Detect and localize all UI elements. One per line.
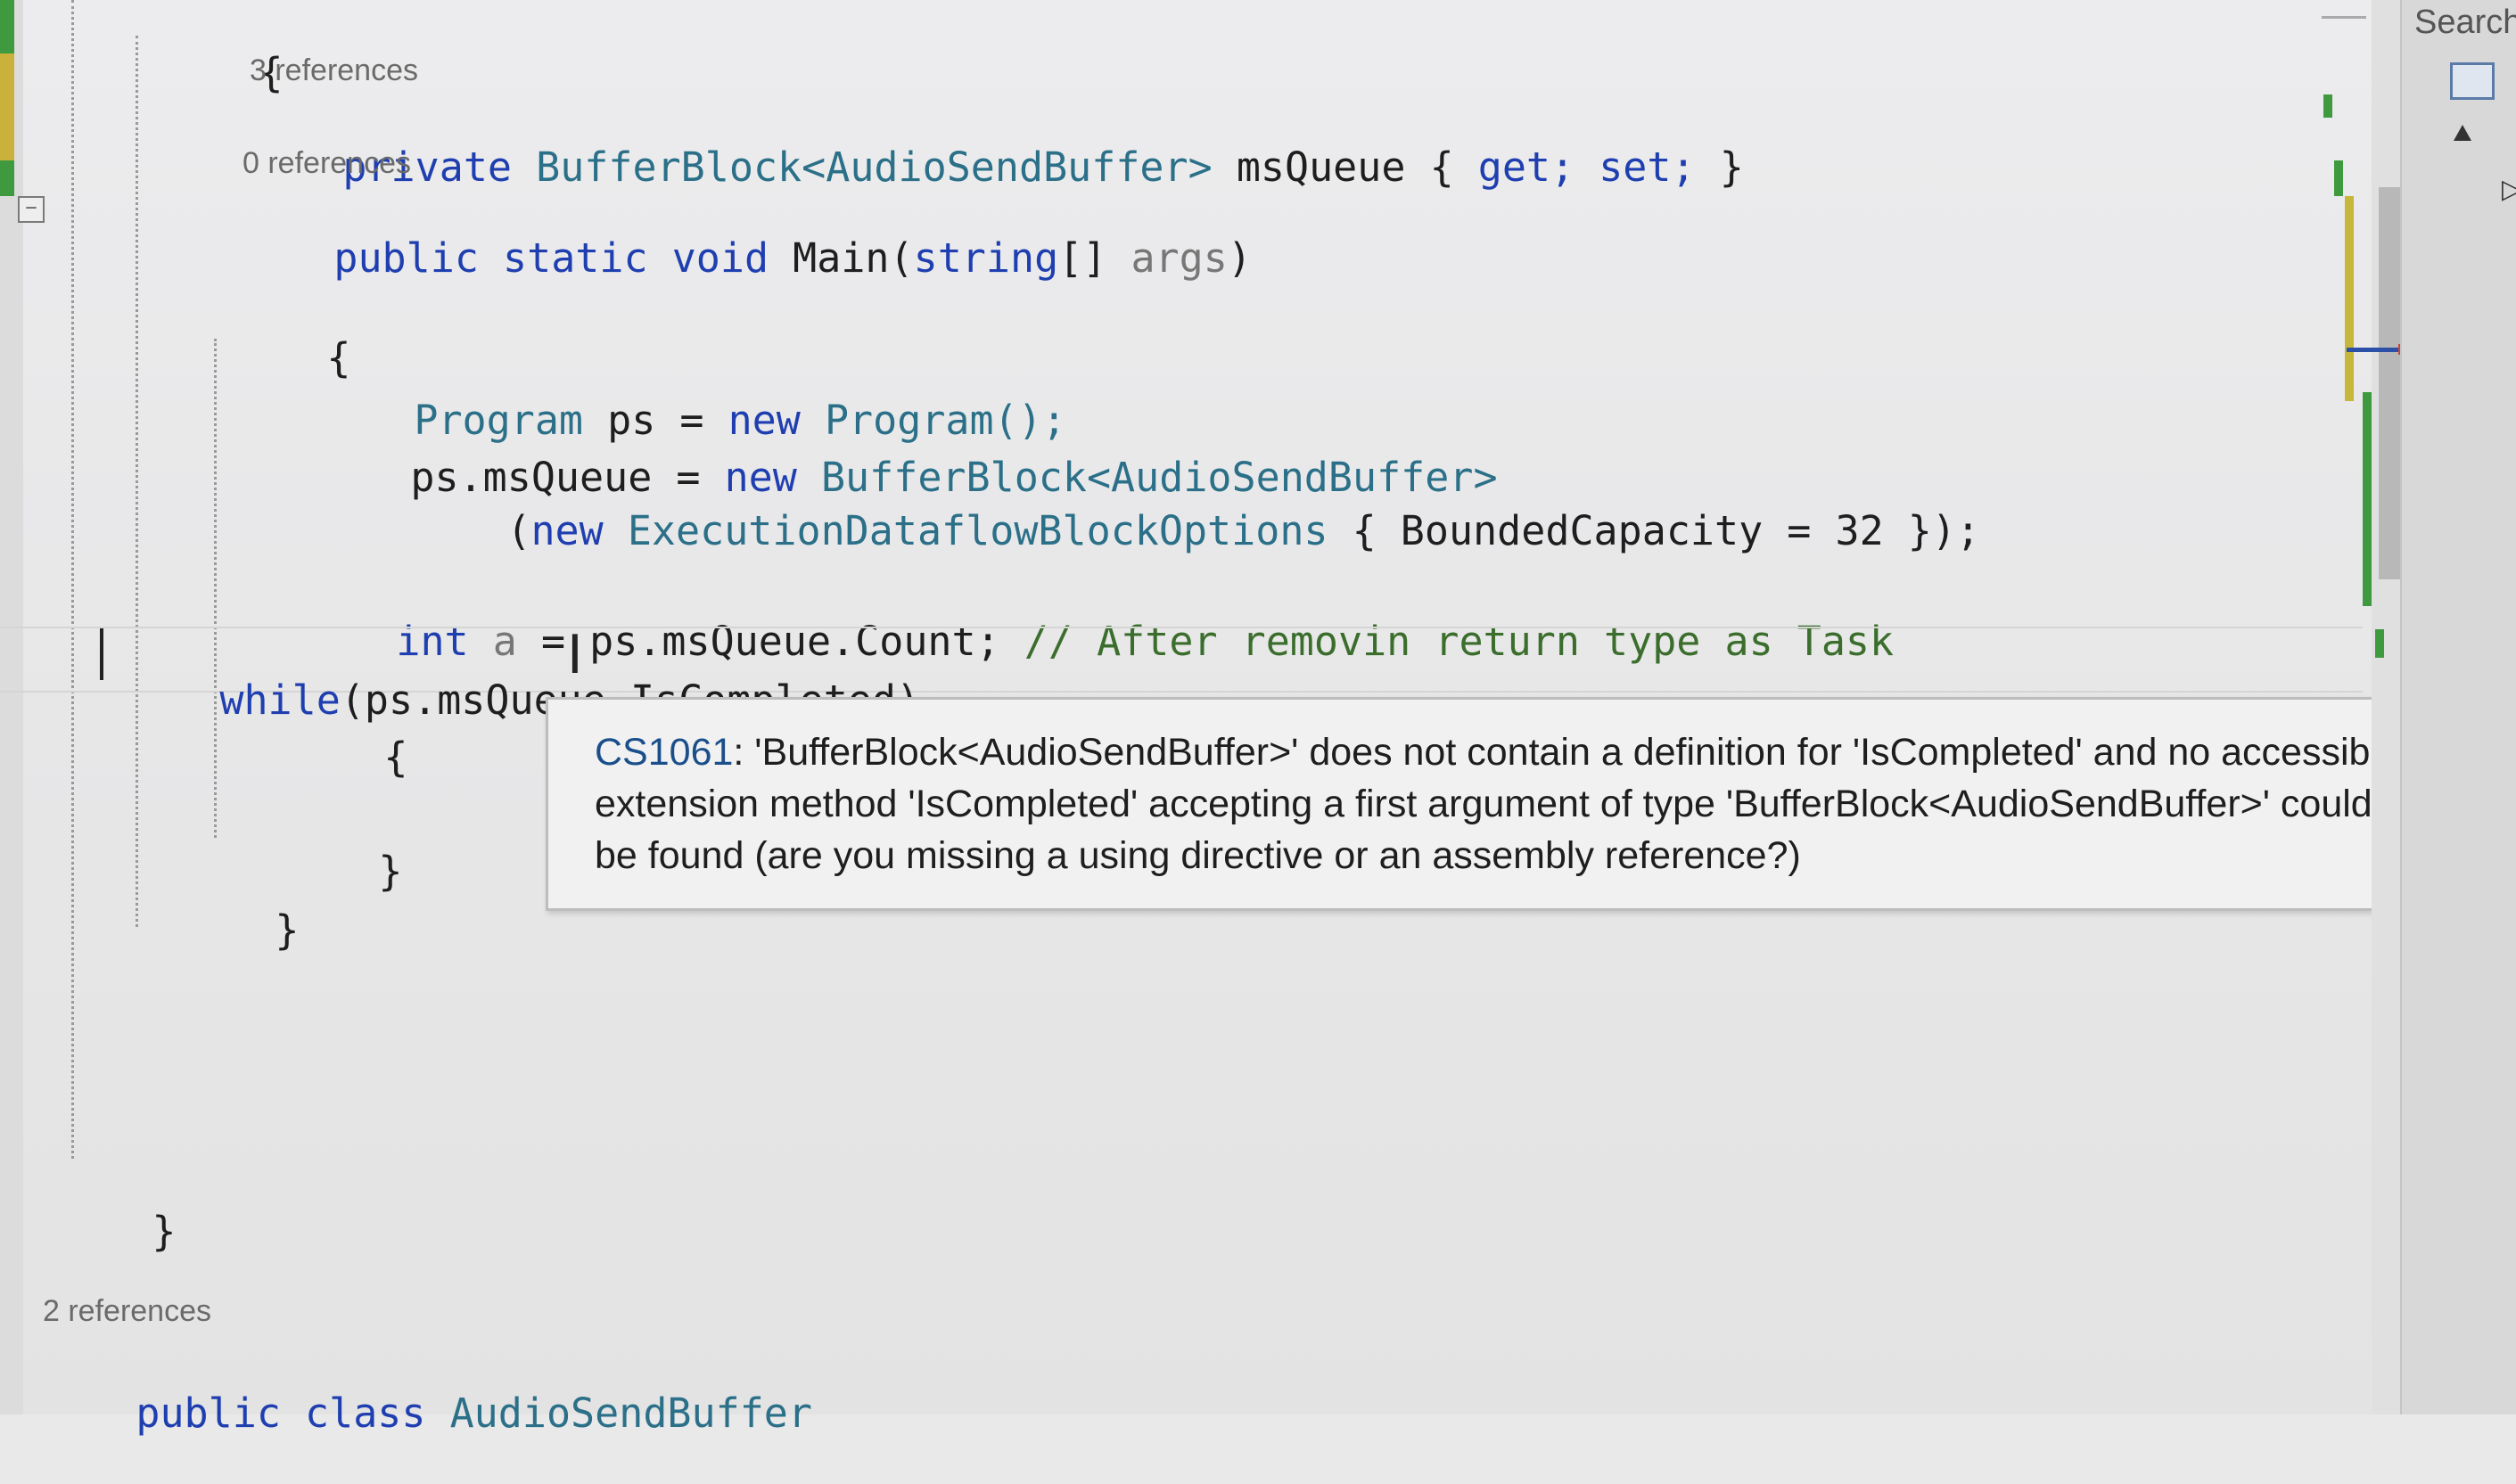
codelens-references[interactable]: 2 references (43, 1294, 211, 1329)
punctuation: ( (506, 507, 531, 554)
brace: { (383, 734, 408, 781)
error-message: : 'BufferBlock<AudioSendBuffer>' does no… (595, 731, 2400, 877)
code-text: { BoundedCapacity = 32 }); (1352, 507, 1981, 554)
type-name: BufferBlock<AudioSendBuffer> (536, 143, 1213, 191)
code-line[interactable]: } (55, 1160, 176, 1302)
code-line-class[interactable]: public class AudioSendBuffer (39, 1342, 812, 1484)
expand-triangle-icon[interactable] (2454, 125, 2471, 141)
punctuation: ) (1227, 234, 1252, 282)
change-tracking-bar-modified (0, 53, 14, 160)
search-label[interactable]: Search (2414, 4, 2516, 42)
keyword: public (333, 234, 479, 282)
keyword: static (503, 234, 648, 282)
code-editor[interactable]: − { 3 references private BufferBlock<Aud… (0, 0, 2516, 1437)
brace: } (152, 1208, 177, 1255)
code-line[interactable]: } (178, 859, 299, 1001)
indent-guide (136, 36, 138, 927)
scrollbar-change-marker (2375, 629, 2384, 658)
scrollbar-change-marker (2363, 392, 2372, 606)
parameter: args (1131, 234, 1228, 282)
identifier: msQueue (1236, 143, 1406, 191)
brace: } (378, 848, 403, 895)
collapsed-triangle-icon[interactable]: ▷ (2502, 174, 2516, 205)
ibeam-cursor-icon: I (567, 624, 583, 686)
type-name: AudioSendBuffer (449, 1390, 812, 1437)
code-line[interactable]: } (282, 800, 402, 942)
punctuation: [] (1058, 234, 1107, 282)
solution-explorer-panel (2400, 0, 2516, 1414)
collapse-outline-icon[interactable]: − (18, 196, 45, 223)
solution-explorer-icon[interactable] (2450, 62, 2495, 100)
keyword: class (305, 1390, 426, 1437)
codelens-references[interactable]: 0 references (243, 146, 411, 181)
keyword: void (671, 234, 769, 282)
scrollbar-change-marker (2323, 94, 2332, 118)
code-line-main-signature[interactable]: public static void Main(string[] args) (237, 187, 1252, 329)
scrollbar-modified-marker (2345, 196, 2354, 401)
codelens-references[interactable]: 3 references (250, 53, 418, 88)
window-minimize-icon[interactable] (2322, 16, 2366, 19)
type-name: ExecutionDataflowBlockOptions (627, 507, 1328, 554)
keyword: get; (1477, 143, 1575, 191)
brace: } (1719, 143, 1744, 191)
text-caret (100, 628, 103, 680)
brace: } (275, 906, 300, 954)
indent-guide (71, 0, 74, 1159)
brace: { (1429, 143, 1454, 191)
error-tooltip: CS1061: 'BufferBlock<AudioSendBuffer>' d… (546, 697, 2445, 911)
keyword: set; (1599, 143, 1696, 191)
keyword: public (136, 1390, 281, 1437)
keyword: new (530, 507, 604, 554)
keyword: string (913, 234, 1059, 282)
error-code[interactable]: CS1061 (595, 731, 733, 774)
method-name: Main( (793, 234, 914, 282)
scrollbar-change-marker (2334, 160, 2343, 196)
